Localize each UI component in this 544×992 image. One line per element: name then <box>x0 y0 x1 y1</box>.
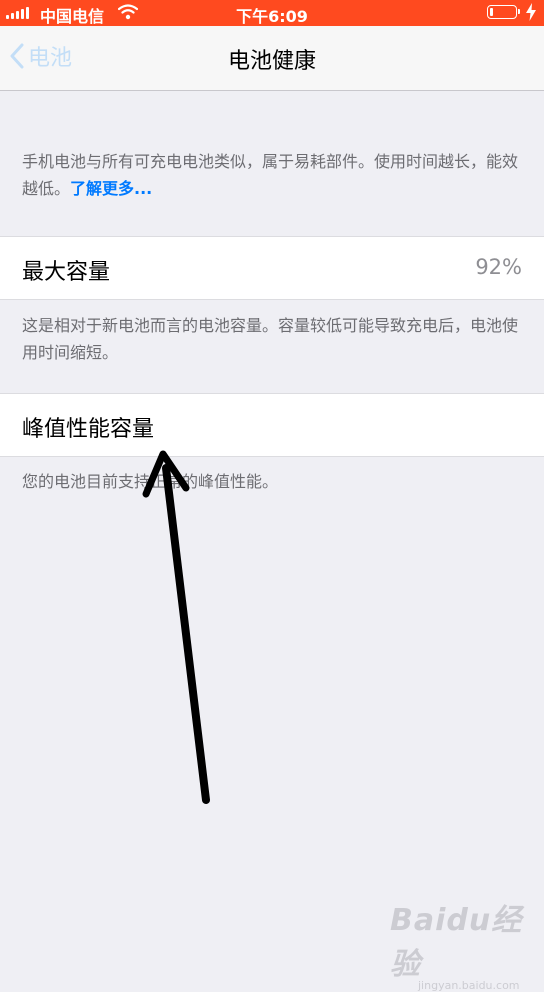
annotation-arrow <box>142 450 210 804</box>
baidu-watermark: Baidu经验 jingyan.baidu.com <box>390 895 544 992</box>
watermark-url: jingyan.baidu.com <box>418 979 520 992</box>
watermark-brand: Baidu经验 <box>390 903 523 982</box>
